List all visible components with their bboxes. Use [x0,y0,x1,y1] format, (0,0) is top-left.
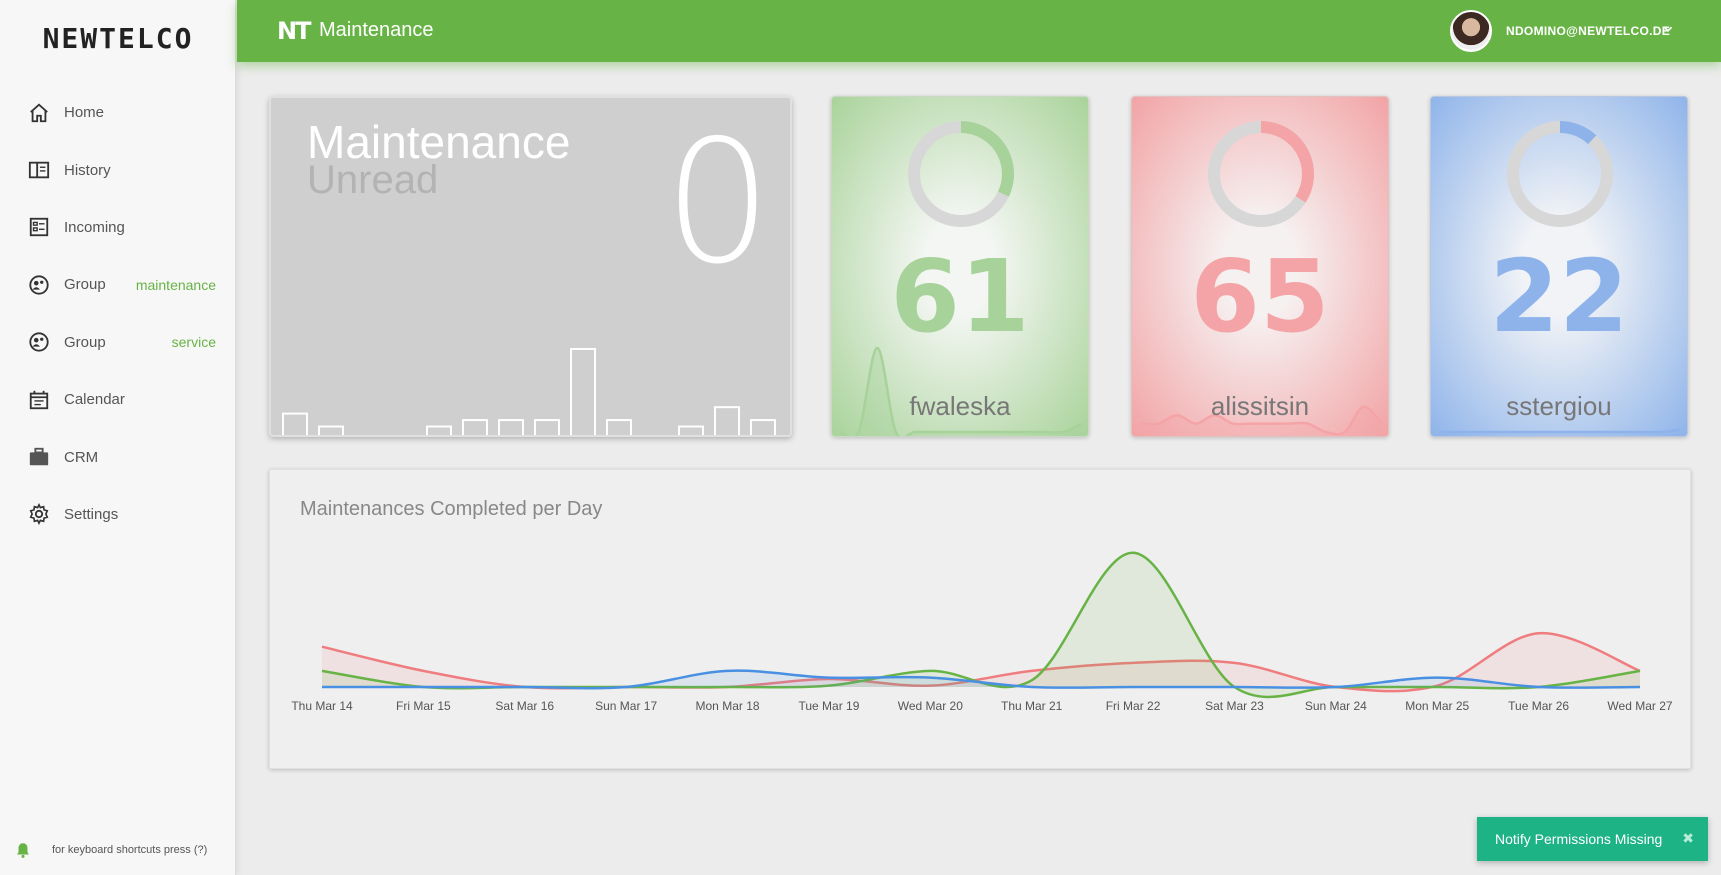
series-line [321,551,1641,699]
person-card-fwaleska[interactable]: 61 fwaleska [831,96,1089,437]
unread-bar [318,425,344,435]
user-menu-email[interactable]: NDOMINO@NEWTELCO.DE [1506,24,1670,38]
sidebar-item-label: Calendar [64,391,125,409]
sidebar-item-label: CRM [64,448,99,466]
x-tick-label: Wed Mar 27 [1607,699,1672,713]
header-logo[interactable]: NT [277,17,311,45]
briefcase-icon [28,446,50,468]
brand-logo[interactable]: NEWTELCO [0,22,236,55]
toast-text: Notify Permissions Missing [1495,831,1663,847]
group-icon [28,331,50,353]
notify-permissions-toast[interactable]: Notify Permissions Missing ✖ [1477,817,1708,861]
sidebar: NEWTELCO Home History Incoming Group mai [0,0,236,875]
unread-card-subtitle: Unread [307,158,439,202]
home-icon [28,102,50,124]
x-tick-label: Mon Mar 18 [696,699,760,713]
inbox-list-icon [28,216,50,238]
unread-bar [534,419,560,435]
x-tick-label: Sat Mar 23 [1205,699,1264,713]
unread-bar [462,419,488,435]
unread-bar [282,412,308,435]
sidebar-item-label: Group [64,276,106,294]
x-tick-label: Thu Mar 14 [291,699,353,713]
gear-icon [28,503,50,526]
person-count: 61 [890,238,1030,355]
share-donut [908,121,1014,227]
x-tick-label: Mon Mar 25 [1405,699,1469,713]
sidebar-item-label: Group [64,333,106,351]
completed-per-day-card: Maintenances Completed per Day Thu Mar 1… [269,469,1691,769]
sidebar-item-crm[interactable]: CRM [0,428,236,485]
sidebar-item-settings[interactable]: Settings [0,486,236,543]
chevron-down-icon[interactable] [1661,22,1675,36]
page-title: Maintenance [319,19,434,41]
sidebar-item-history[interactable]: History [0,141,236,198]
unread-bar [426,425,452,435]
sidebar-item-sublabel: service [171,334,216,351]
x-tick-label: Thu Mar 21 [1001,699,1063,713]
series-area [322,552,1640,697]
group-icon [28,274,50,296]
close-icon[interactable]: ✖ [1682,830,1694,847]
sidebar-item-label: Home [64,104,105,122]
x-tick-label: Sun Mar 24 [1305,699,1367,713]
x-tick-label: Wed Mar 20 [898,699,963,713]
unread-bar [570,348,596,435]
notification-bell-icon[interactable] [14,841,32,859]
sidebar-item-label: Settings [64,505,119,523]
person-name: sstergiou [1506,391,1612,421]
unread-card-title: Maintenance [307,116,571,168]
sidebar-item-label: Incoming [64,218,125,236]
unread-count: 0 [663,104,772,302]
person-card-alissitsin[interactable]: 65 alissitsin [1131,96,1389,437]
unread-bar [750,419,776,435]
unread-bar [606,419,632,435]
keyboard-shortcuts-hint: for keyboard shortcuts press (?) [14,841,207,859]
unread-bar [678,425,704,435]
x-tick-label: Sat Mar 16 [495,699,554,713]
sidebar-item-sublabel: maintenance [135,276,216,293]
unread-bar-chart [282,348,776,435]
donut-track [1507,121,1613,227]
sparkline-line [1438,428,1682,434]
sidebar-item-home[interactable]: Home [0,84,236,141]
unread-bar [498,419,524,435]
share-donut [1507,121,1613,227]
x-tick-label: Fri Mar 15 [396,699,451,713]
person-card-sstergiou[interactable]: 22 sstergiou [1430,96,1688,437]
unread-bar [714,406,740,435]
person-name: alissitsin [1210,391,1310,421]
book-icon [28,159,50,181]
sidebar-item-group-service[interactable]: Group service [0,314,236,371]
avatar[interactable] [1450,10,1492,52]
x-tick-label: Fri Mar 22 [1106,699,1161,713]
unread-maintenance-card[interactable]: Maintenance Unread 0 [269,96,792,437]
person-count: 65 [1190,238,1330,355]
top-header: NT Maintenance NDOMINO@NEWTELCO.DE [237,0,1721,62]
completed-per-day-chart: Thu Mar 14 Fri Mar 15 Sat Mar 16 Sun Mar 17… [291,551,1673,713]
keyboard-shortcuts-text: for keyboard shortcuts press (?) [52,844,208,856]
sidebar-item-label: History [64,161,111,179]
calendar-icon [28,389,50,411]
x-tick-label: Tue Mar 26 [1508,699,1569,713]
person-count: 22 [1489,238,1629,355]
person-name: fwaleska [909,391,1011,421]
x-tick-label: Tue Mar 19 [798,699,859,713]
x-tick-label: Sun Mar 17 [595,699,657,713]
sidebar-item-calendar[interactable]: Calendar [0,371,236,428]
sidebar-nav: Home History Incoming Group maintenance [0,84,236,543]
sidebar-item-incoming[interactable]: Incoming [0,199,236,256]
share-donut [1208,121,1314,227]
sidebar-item-group-maintenance[interactable]: Group maintenance [0,256,236,313]
